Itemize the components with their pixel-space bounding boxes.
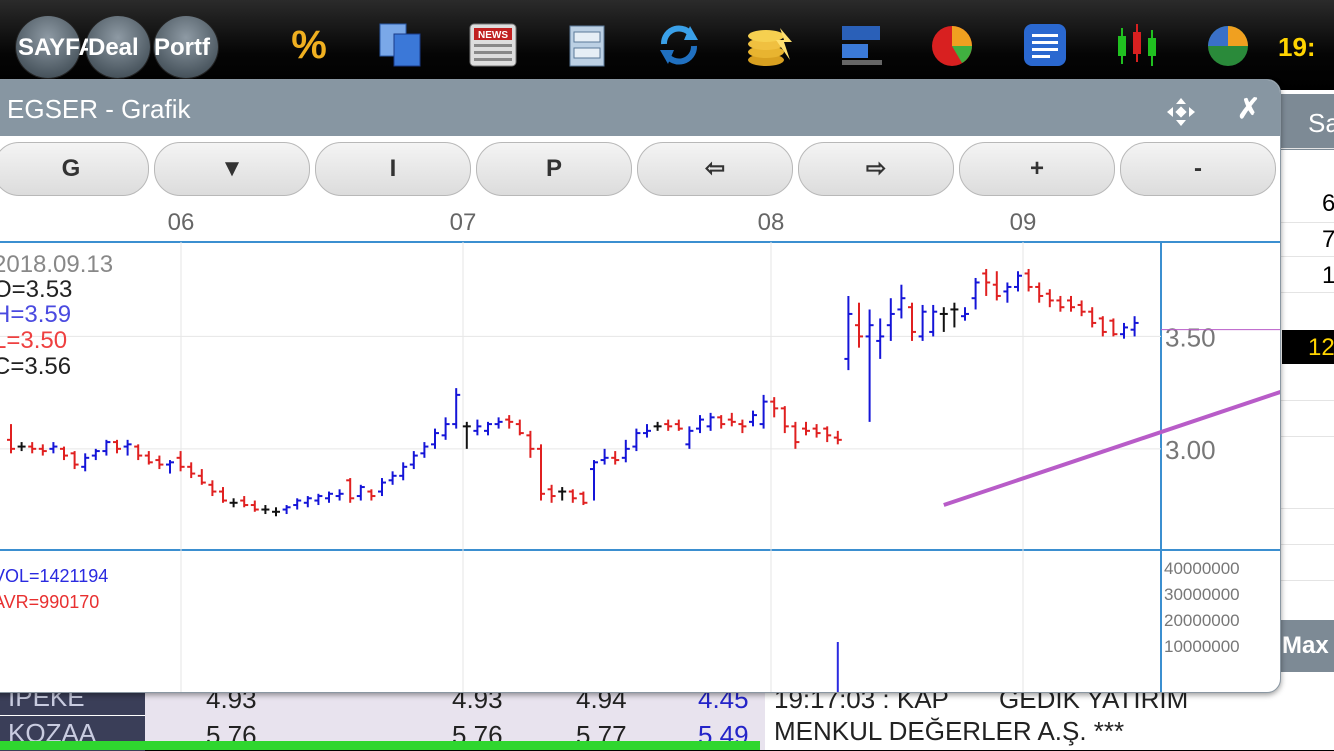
- chart-window: EGSER - Grafik ✗ G ▼ I P ⇦ ⇨ + - 06 07 08 0…: [0, 79, 1281, 693]
- y-tick-label: 3.00: [1165, 435, 1216, 465]
- refresh-icon[interactable]: [654, 22, 704, 68]
- row-divider: [1280, 222, 1334, 223]
- volume-tick-label: 20000000: [1164, 611, 1240, 630]
- progress-bar: [0, 741, 760, 750]
- price-chart[interactable]: 06 07 08 09 3.50 3.00 40000000 30000000 200000…: [0, 202, 1280, 692]
- x-axis-ticks: 06 07 08 09: [168, 209, 1037, 236]
- zoom-out-button[interactable]: -: [1120, 142, 1276, 196]
- x-tick-label: 07: [450, 209, 477, 236]
- g-button[interactable]: G: [0, 142, 149, 196]
- volume-axis-ticks: 40000000 30000000 20000000 10000000: [1164, 559, 1240, 656]
- background-max-label: Max: [1282, 632, 1329, 659]
- average-volume-value: AVR=990170: [0, 592, 99, 612]
- volume-tick-label: 30000000: [1164, 585, 1240, 604]
- chart-toolbar: G ▼ I P ⇦ ⇨ + -: [0, 136, 1280, 202]
- scroll-right-button[interactable]: ⇨: [798, 142, 954, 196]
- trendline: [943, 329, 1280, 507]
- background-header-label: Sa: [1308, 108, 1334, 138]
- background-column-header: Sa: [1280, 94, 1334, 150]
- background-value: 7: [1322, 226, 1334, 253]
- y-tick-label: 3.50: [1165, 322, 1216, 352]
- news-text: NEWS: [478, 30, 508, 41]
- row-divider: [1280, 436, 1334, 437]
- ohlc-value: 2018.09.13: [0, 251, 113, 278]
- background-max-header: Max: [1280, 620, 1334, 672]
- ohlc-value: H=3.59: [0, 301, 71, 328]
- price-bars: [7, 268, 1139, 517]
- scroll-left-button[interactable]: ⇦: [637, 142, 793, 196]
- ohlc-value: O=3.53: [0, 276, 72, 303]
- ohlc-value: L=3.50: [0, 327, 67, 354]
- i-button[interactable]: I: [315, 142, 471, 196]
- ohlc-value: C=3.56: [0, 353, 71, 380]
- volume-tick-label: 40000000: [1164, 559, 1240, 578]
- x-tick-label: 08: [758, 209, 785, 236]
- move-icon[interactable]: [1167, 98, 1195, 126]
- percent-glyph: %: [291, 23, 327, 67]
- window-title: EGSER - Grafik: [7, 94, 191, 124]
- background-highlight-cell: 12: [1282, 330, 1334, 364]
- row-divider: [1280, 400, 1334, 401]
- y-axis-ticks: 3.50 3.00: [1165, 322, 1216, 464]
- volume-bars: [836, 642, 839, 692]
- portf-label: Portf: [154, 34, 210, 61]
- background-value: 1: [1322, 262, 1334, 289]
- filing-cabinet-icon[interactable]: [562, 22, 612, 68]
- zoom-in-button[interactable]: +: [959, 142, 1115, 196]
- x-tick-label: 09: [1010, 209, 1037, 236]
- pie-chart-icon[interactable]: [928, 22, 978, 68]
- copy-pages-icon[interactable]: [376, 22, 426, 68]
- coins-icon[interactable]: [744, 22, 794, 68]
- clock: 19:: [1278, 32, 1316, 62]
- candlestick-icon[interactable]: [1112, 22, 1162, 68]
- ohlc-info: 2018.09.13O=3.53H=3.59L=3.50C=3.56 VOL=14…: [0, 251, 113, 612]
- bar-graph-icon[interactable]: [838, 22, 888, 68]
- row-divider: [1280, 256, 1334, 257]
- trendline-segment: [943, 389, 1280, 507]
- background-highlight-value: 12: [1308, 334, 1334, 361]
- volume-value: VOL=1421194: [0, 566, 108, 586]
- window-titlebar[interactable]: EGSER - Grafik ✗: [0, 80, 1280, 136]
- percent-icon[interactable]: %: [284, 22, 334, 68]
- news-icon[interactable]: NEWS: [468, 22, 518, 68]
- background-value: 6: [1322, 190, 1334, 217]
- background-panel: Sa: [1280, 90, 1334, 680]
- x-tick-label: 06: [168, 209, 195, 236]
- deal-label: Deal: [88, 34, 139, 61]
- period-dropdown-button[interactable]: ▼: [154, 142, 310, 196]
- row-divider: [1280, 148, 1334, 149]
- document-icon[interactable]: [1020, 22, 1070, 68]
- top-toolbar: SAYFA Deal Portf % NEWS 19:: [0, 0, 1334, 90]
- row-divider: [1280, 544, 1334, 545]
- news-line: MENKUL DEĞERLER A.Ş. ***: [774, 716, 1125, 746]
- row-divider: [1280, 580, 1334, 581]
- globe-icon[interactable]: [1204, 22, 1254, 68]
- volume-tick-label: 10000000: [1164, 637, 1240, 656]
- close-icon[interactable]: ✗: [1237, 92, 1260, 125]
- row-divider: [1280, 292, 1334, 293]
- p-button[interactable]: P: [476, 142, 632, 196]
- row-divider: [1280, 508, 1334, 509]
- sayfa-label: SAYFA: [18, 34, 88, 61]
